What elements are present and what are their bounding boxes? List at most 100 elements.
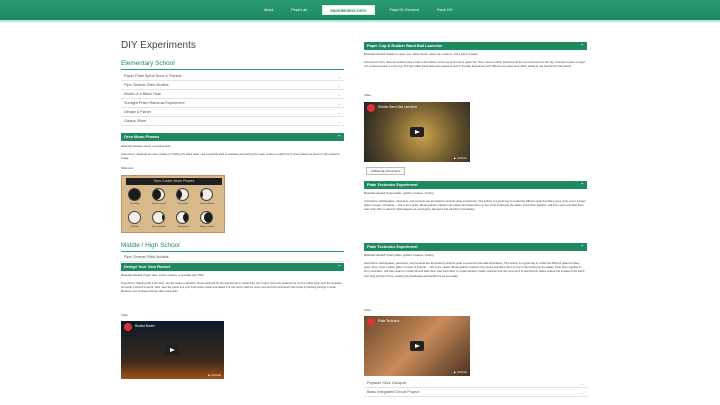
- accordion-title: Plate Tectonics Experiment: [367, 244, 418, 249]
- video-label: Video:: [121, 314, 129, 317]
- instructions-text: Instructions: Starting with a thin strip…: [121, 282, 342, 294]
- list-item[interactable]: Galaxy Slime ⌄: [121, 117, 344, 126]
- video-label: Video:: [364, 309, 372, 312]
- instructions-text: Instructions: Earthquakes, volcanoes, an…: [364, 200, 586, 212]
- phase-label: Waning Crescent: [199, 226, 215, 228]
- chevron-up-icon: ⌃: [337, 134, 341, 139]
- list-item-label: Paper Plate Spiral Suns & Planets: [124, 74, 182, 78]
- chevron-up-icon: ⌃: [337, 264, 341, 269]
- chevron-up-icon: ⌃: [580, 244, 584, 249]
- elementary-list: Paper Plate Spiral Suns & Planets ⌄ Pipe …: [121, 72, 344, 126]
- list-item-label: Design a Planet: [124, 110, 151, 114]
- materials-text: Materials Needed: Paper plates, graham c…: [364, 254, 434, 257]
- nav-divider: [0, 20, 720, 22]
- list-item-label: Basic Integrated Circuit Project: [367, 390, 420, 394]
- list-item[interactable]: Design a Planet ⌄: [121, 108, 344, 117]
- rocket-video[interactable]: Rocket Model ▶ YouTube: [121, 321, 224, 379]
- plate-tectonics-video[interactable]: Plate Tectonics ▶ YouTube: [364, 316, 470, 376]
- section-rule: [121, 251, 344, 252]
- channel-avatar: [124, 323, 132, 331]
- materials-text: Materials Needed: Paper, tape, pencil, s…: [121, 274, 205, 277]
- list-item-label: Pipe Cleaner Stick Models: [124, 255, 169, 259]
- more-experiments-list: Popsicle Stick Catapult ⌄ Basic Integrate…: [364, 379, 587, 397]
- page-title: DIY Experiments: [121, 40, 196, 51]
- accordion-design-your-own-rocket[interactable]: Design Your Own Rocket ⌃: [121, 263, 344, 271]
- nav-about[interactable]: About: [255, 5, 282, 15]
- top-nav: About Pepsi Lab ENGINEERING EXPO Pepsi O…: [255, 0, 462, 20]
- instructions-text: Instructions: First, have the student po…: [364, 61, 586, 69]
- list-item[interactable]: Basic Integrated Circuit Project ⌄: [364, 388, 587, 397]
- moon-waning-gibbous-icon: [152, 211, 165, 224]
- youtube-icon: ▶ YouTube: [454, 371, 467, 374]
- moon-waning-crescent-icon: [200, 211, 213, 224]
- phase-label: Waxing Gibbous: [200, 203, 214, 205]
- youtube-icon: ▶ YouTube: [454, 157, 467, 160]
- list-item-label: Sunlight Prism Rainbow Experiment: [124, 101, 185, 105]
- chevron-up-icon: ⌃: [580, 182, 584, 187]
- list-item[interactable]: Sunlight Prism Rainbow Experiment ⌄: [121, 99, 344, 108]
- video-label: Video:: [364, 94, 372, 97]
- materials-text: Materials Needed: Plastic or paper cup, …: [364, 53, 478, 56]
- list-item[interactable]: Pipe Cleaner Stick Models ⌄: [121, 253, 344, 262]
- accordion-plate-tectonics[interactable]: Plate Tectonics Experiment ⌃: [364, 181, 587, 189]
- moon-first-quarter-icon: [176, 188, 189, 201]
- list-item[interactable]: Pipe Cleaner Stick Models ⌄: [121, 81, 344, 90]
- reference-label: Reference: [121, 167, 134, 170]
- ball-launcher-video[interactable]: Rubber Band Ball Launcher ▶ YouTube: [364, 102, 470, 162]
- list-item[interactable]: Popsicle Stick Catapult ⌄: [364, 379, 587, 388]
- list-item[interactable]: Paper Plate Spiral Suns & Planets ⌄: [121, 72, 344, 81]
- chevron-down-icon: ⌄: [337, 255, 341, 260]
- play-button[interactable]: [165, 345, 179, 355]
- list-item[interactable]: Model of a Black Hole ⌄: [121, 90, 344, 99]
- middle-list: Pipe Cleaner Stick Models ⌄: [121, 253, 344, 262]
- reference-image-title: Oreo Cookie Moon Phases: [126, 178, 222, 185]
- materials-text: Materials Needed: Oreos, a popsicle stic…: [121, 145, 171, 148]
- accordion-oreo-moon-phases[interactable]: Oreo Moon Phases ⌃: [121, 133, 344, 141]
- list-item-label: Model of a Black Hole: [124, 92, 161, 96]
- section-title-elementary: Elementary School: [121, 60, 175, 67]
- moon-third-quarter-icon: [176, 211, 189, 224]
- chevron-down-icon: ⌄: [580, 381, 584, 386]
- section-title-middle-high: Middle / High School: [121, 242, 180, 249]
- accordion-title: Plate Tectonics Experiment: [367, 182, 418, 187]
- moon-waxing-crescent-icon: [152, 188, 165, 201]
- moon-new-icon: [128, 188, 141, 201]
- play-button[interactable]: [410, 127, 424, 137]
- chevron-down-icon: ⌄: [580, 390, 584, 395]
- video-title: Rocket Model: [135, 324, 155, 328]
- youtube-icon: ▶ YouTube: [208, 374, 221, 377]
- list-item-label: Galaxy Slime: [124, 119, 147, 123]
- phase-label: Waning Gibbous: [152, 226, 166, 228]
- accordion-title: Oreo Moon Phases: [124, 134, 160, 139]
- chevron-down-icon: ⌄: [337, 119, 341, 124]
- nav-engineering-expo[interactable]: ENGINEERING EXPO: [322, 5, 375, 15]
- chevron-down-icon: ⌄: [337, 110, 341, 115]
- accordion-ball-launcher[interactable]: Paper Cup & Rubber Band Ball Launcher ⌃: [364, 42, 587, 50]
- moon-waxing-gibbous-icon: [200, 188, 213, 201]
- phase-label: First Quarter: [177, 203, 189, 205]
- video-title: Rubber Band Ball Launcher: [378, 105, 418, 109]
- instructions-text: Instructions: Earthquakes, volcanoes, an…: [364, 262, 585, 278]
- nav-pepsi-on-demand[interactable]: Pepsi On Demand: [381, 5, 428, 15]
- play-button[interactable]: [410, 341, 424, 351]
- chevron-down-icon: ⌄: [337, 101, 341, 106]
- chevron-down-icon: ⌄: [337, 83, 341, 88]
- phase-label: Waxing Crescent: [151, 203, 167, 205]
- nav-pepsi-lab[interactable]: Pepsi Lab: [282, 5, 316, 15]
- video-title: Plate Tectonics: [378, 319, 400, 323]
- chevron-down-icon: ⌄: [337, 92, 341, 97]
- moon-phases-reference-image: Oreo Cookie Moon Phases New Moon Waxing …: [121, 175, 225, 233]
- materials-text: Materials Needed: Paper plates, graham c…: [364, 192, 434, 195]
- accordion-plate-tectonics-2[interactable]: Plate Tectonics Experiment ⌃: [364, 243, 587, 251]
- chevron-up-icon: ⌃: [580, 43, 584, 48]
- accordion-title: Design Your Own Rocket: [124, 264, 171, 269]
- instructions-text: Instructions: Separate the oreo cookies …: [121, 153, 340, 161]
- section-rule: [121, 69, 344, 70]
- accordion-title: Paper Cup & Rubber Band Ball Launcher: [367, 43, 443, 48]
- chevron-down-icon: ⌄: [337, 74, 341, 79]
- nav-pepsi-diy[interactable]: Pepsi DIY: [428, 5, 462, 15]
- channel-avatar: [367, 318, 375, 326]
- list-item-label: Pipe Cleaner Stick Models: [124, 83, 169, 87]
- additional-instructions-button[interactable]: Additional Instructions: [366, 167, 406, 175]
- list-item-label: Popsicle Stick Catapult: [367, 381, 406, 385]
